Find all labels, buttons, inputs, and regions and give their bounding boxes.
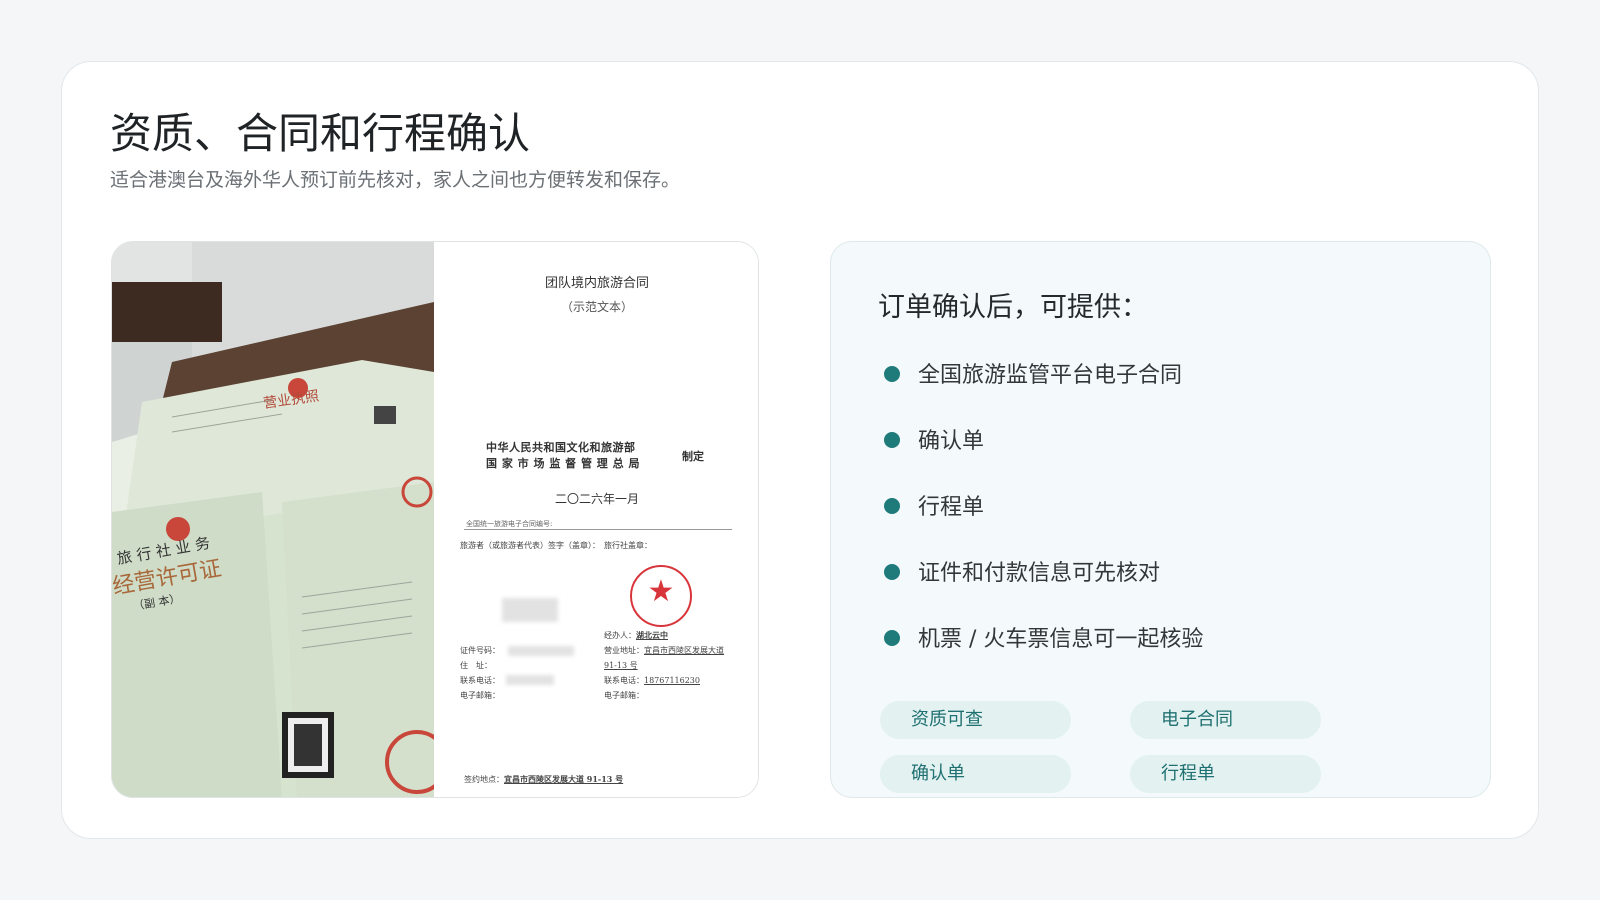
feature-item: 全国旅游监管平台电子合同 [884, 361, 1182, 391]
feature-item: 行程单 [884, 493, 984, 523]
feature-label: 行程单 [918, 495, 985, 520]
agent-value: 湖北云中 [636, 630, 668, 640]
license-photo-illustration: 营业执照 旅 行 社 业 务 经营许可证 （副 本） [112, 242, 434, 797]
tag-e-contract: 电子合同 [1130, 701, 1321, 739]
tag-confirmation: 确认单 [880, 755, 1071, 793]
page-subtitle: 适合港澳台及海外华人预订前先核对，家人之间也方便转发和保存。 [110, 169, 681, 191]
contract-divider [464, 529, 732, 530]
bullet-dot-icon [884, 498, 900, 514]
document-photo-panel: 营业执照 旅 行 社 业 务 经营许可证 （副 本） 团队境内旅游合同 （示范文… [111, 241, 759, 798]
sign-place-label: 签约地点： [464, 775, 504, 784]
feature-item: 证件和付款信息可先核对 [884, 559, 1160, 589]
feature-label: 证件和付款信息可先核对 [918, 561, 1161, 586]
phone-value: 18767116230 [644, 676, 700, 685]
phone-label: 联系电话： [604, 676, 644, 685]
license-photo: 营业执照 旅 行 社 业 务 经营许可证 （副 本） [112, 242, 434, 797]
feature-label: 确认单 [918, 429, 985, 454]
agency-email-row: 电子邮箱： [604, 688, 644, 703]
contract-code-label: 全国统一旅游电子合同编号: [466, 520, 553, 528]
issuer-line1: 中华人民共和国文化和旅游部 [486, 441, 636, 454]
traveler-sign-label: 旅游者（或旅游者代表）签字（盖章）： [460, 541, 600, 550]
traveler-email-label: 电子邮箱： [460, 691, 500, 700]
home-row: 住 址： [460, 658, 492, 673]
traveler-email-row: 电子邮箱： [460, 688, 500, 703]
bullet-dot-icon [884, 564, 900, 580]
contract-issuer: 中华人民共和国文化和旅游部 国 家 市 场 监 督 管 理 总 局 [486, 440, 640, 472]
feature-label: 机票 / 火车票信息可一起核验 [918, 627, 1204, 652]
bullet-dot-icon [884, 630, 900, 646]
id-label: 证件号码： [460, 646, 500, 655]
blurred-signature [502, 598, 558, 622]
star-icon: ★ [647, 574, 675, 609]
tag-qualification: 资质可查 [880, 701, 1071, 739]
address-label: 营业地址： [604, 646, 644, 655]
home-label: 住 址： [460, 661, 492, 670]
bullet-dot-icon [884, 432, 900, 448]
phone-row: 联系电话：18767116230 [604, 673, 700, 688]
agency-email-label: 电子邮箱： [604, 691, 644, 700]
issuer-line2: 国 家 市 场 监 督 管 理 总 局 [486, 457, 640, 470]
contract-subtitle: （示范文本） [560, 300, 633, 314]
traveler-phone-label: 联系电话： [460, 676, 500, 685]
sign-place-value: 宜昌市西陵区发展大道 91-13 号 [504, 774, 624, 784]
info-heading: 订单确认后，可提供： [878, 292, 1148, 323]
agency-seal-stamp: ★ [630, 565, 692, 627]
blurred-id [508, 646, 574, 656]
contract-date: 二〇二六年一月 [554, 492, 639, 506]
tag-itinerary: 行程单 [1130, 755, 1321, 793]
contract-title: 团队境内旅游合同 [544, 276, 649, 291]
sign-place-row: 签约地点：宜昌市西陵区发展大道 91-13 号 [464, 772, 623, 787]
bullet-dot-icon [884, 366, 900, 382]
address-row: 营业地址：宜昌市西陵区发展大道 91-13 号 [604, 643, 734, 673]
contract-document: 团队境内旅游合同 （示范文本） 中华人民共和国文化和旅游部 国 家 市 场 监 … [434, 242, 758, 797]
page-title: 资质、合同和行程确认 [110, 109, 531, 158]
issuer-suffix: 制定 [682, 450, 704, 463]
blurred-phone [506, 675, 554, 685]
feature-label: 全国旅游监管平台电子合同 [918, 363, 1183, 388]
traveler-phone-row: 联系电话： [460, 673, 500, 688]
feature-item: 确认单 [884, 427, 984, 457]
agency-seal-label: 旅行社盖章： [604, 541, 652, 550]
id-row: 证件号码： [460, 643, 500, 658]
feature-item: 机票 / 火车票信息可一起核验 [884, 625, 1203, 655]
agent-row: 经办人：湖北云中 [604, 628, 668, 643]
agent-label: 经办人： [604, 631, 636, 640]
